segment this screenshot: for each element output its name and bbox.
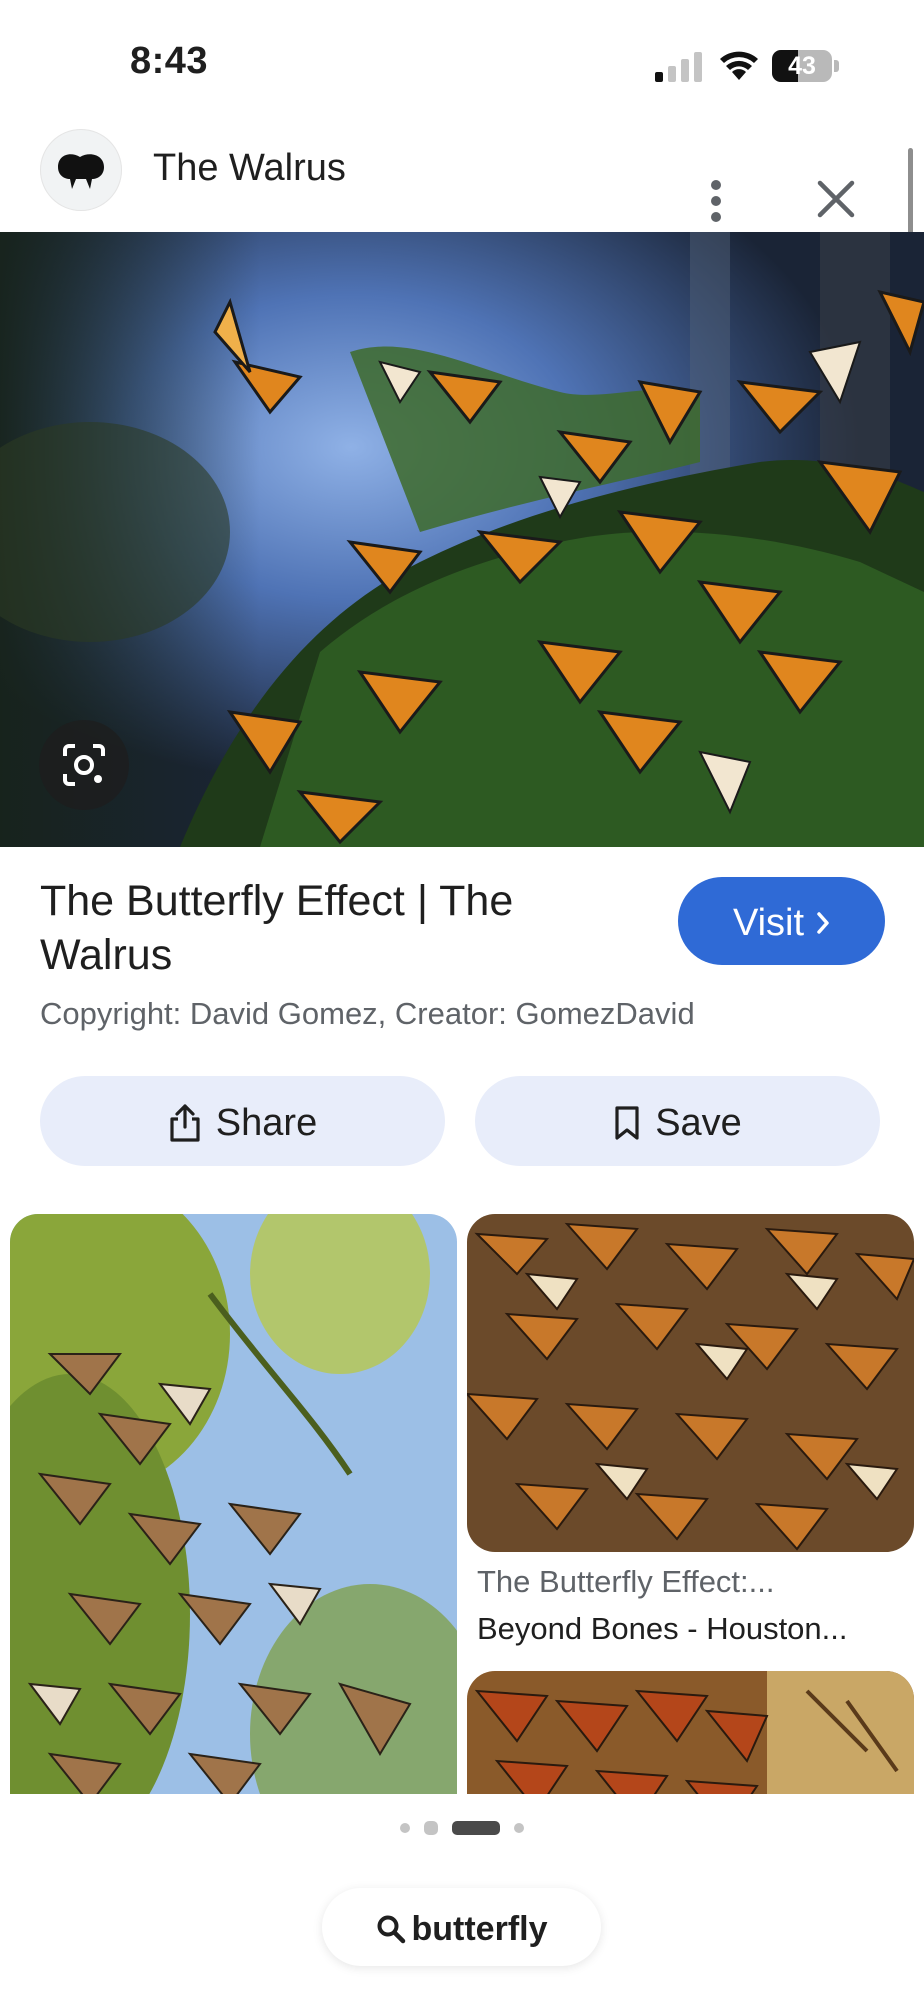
more-vert-icon[interactable] <box>696 171 736 231</box>
search-query-chip[interactable]: butterfly <box>322 1888 601 1966</box>
page-dot-active[interactable] <box>452 1821 500 1835</box>
hero-image[interactable] <box>0 232 924 847</box>
visit-label: Visit <box>732 901 805 944</box>
image-credit: Copyright: David Gomez, Creator: GomezDa… <box>40 996 695 1031</box>
site-name[interactable]: The Walrus <box>153 147 346 190</box>
page-dot[interactable] <box>424 1821 438 1835</box>
status-bar: 8:43 43 <box>0 0 924 130</box>
search-icon <box>377 1915 405 1944</box>
related-source[interactable]: The Butterfly Effect:... <box>477 1564 907 1600</box>
battery-percent: 43 <box>788 52 816 80</box>
status-time: 8:43 <box>130 40 209 82</box>
save-button[interactable]: Save <box>475 1076 880 1166</box>
related-images-grid: The Butterfly Effect:... Beyond Bones - … <box>0 1212 924 1794</box>
page-indicator <box>0 1818 924 1838</box>
share-label: Share <box>215 1101 318 1144</box>
search-query: butterfly <box>411 1910 548 1949</box>
share-icon <box>170 1104 200 1142</box>
page-dot[interactable] <box>514 1823 524 1833</box>
page-dot[interactable] <box>400 1823 410 1833</box>
related-title[interactable]: Beyond Bones - Houston... <box>477 1611 907 1647</box>
lens-icon <box>63 744 105 786</box>
result-header: The Walrus <box>0 125 924 231</box>
result-title[interactable]: The Butterfly Effect | The Walrus <box>40 874 600 982</box>
visit-button[interactable]: Visit <box>678 877 885 965</box>
scrollbar-thumb[interactable] <box>908 148 913 236</box>
chevron-right-icon <box>817 912 829 934</box>
related-image[interactable] <box>10 1214 457 1794</box>
site-avatar[interactable] <box>40 129 122 211</box>
bookmark-icon <box>615 1106 639 1140</box>
save-label: Save <box>655 1101 742 1144</box>
close-icon[interactable] <box>808 171 864 227</box>
walrus-logo-icon <box>58 154 104 189</box>
lens-search-button[interactable] <box>39 720 129 810</box>
related-image[interactable] <box>467 1214 914 1552</box>
battery-icon: 43 <box>772 50 840 82</box>
share-button[interactable]: Share <box>40 1076 445 1166</box>
wifi-icon <box>720 51 758 80</box>
related-image[interactable] <box>467 1671 914 1794</box>
signal-icon <box>655 52 702 82</box>
